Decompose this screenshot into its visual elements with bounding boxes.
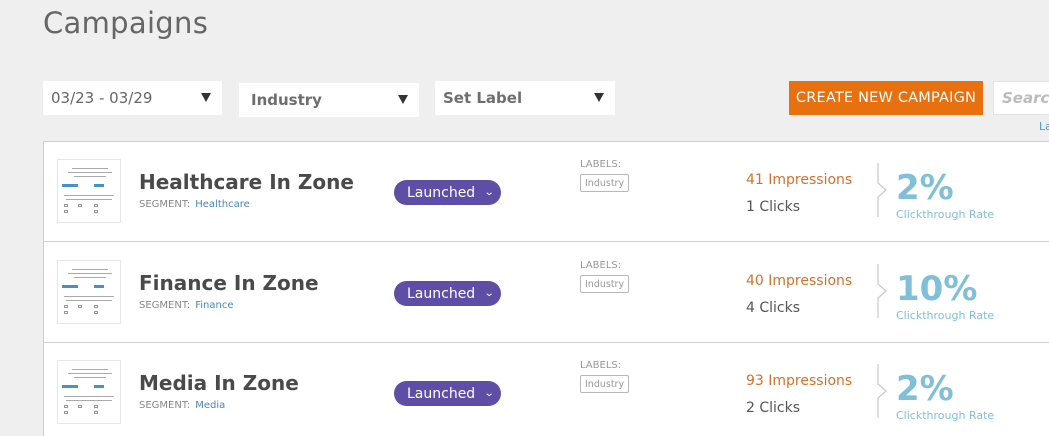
- create-new-campaign-button[interactable]: CREATE NEW CAMPAIGN: [789, 81, 983, 115]
- campaign-thumbnail: [57, 360, 121, 424]
- clickthrough-rate: 10%: [896, 269, 978, 309]
- labels-title: LABELS:: [580, 360, 622, 371]
- status-dropdown[interactable]: Launched ⌄: [394, 281, 501, 306]
- status-label: Launched: [407, 184, 476, 201]
- status-label: Launched: [407, 385, 476, 402]
- set-label-select[interactable]: Set Label: [435, 81, 615, 115]
- campaign-name[interactable]: Finance In Zone: [139, 271, 319, 295]
- chevron-divider-icon: [877, 163, 887, 217]
- chevron-down-icon: ⌄: [483, 288, 495, 299]
- segment-link[interactable]: Media: [195, 400, 225, 411]
- campaign-list: Healthcare In Zone SEGMENT: Healthcare La…: [43, 141, 1049, 436]
- segment-link[interactable]: Finance: [195, 300, 233, 311]
- label-tag[interactable]: Industry: [580, 275, 630, 293]
- campaign-thumbnail: [57, 260, 121, 324]
- label-tag[interactable]: Industry: [580, 375, 630, 393]
- segment: SEGMENT: Healthcare: [139, 199, 250, 210]
- chevron-down-icon: ⌄: [483, 187, 495, 198]
- label-tag[interactable]: Industry: [580, 174, 630, 192]
- labels-title: LABELS:: [580, 260, 622, 271]
- clickthrough-rate-label: Clickthrough Rate: [896, 208, 995, 221]
- impressions-count: 40 Impressions: [746, 273, 853, 289]
- chevron-down-icon: ⌄: [483, 388, 495, 399]
- campaign-row[interactable]: Finance In Zone SEGMENT: Finance Launched…: [44, 243, 1049, 343]
- clicks-count: 4 Clicks: [746, 300, 801, 316]
- segment-label: SEGMENT:: [139, 400, 191, 411]
- impressions-count: 93 Impressions: [746, 373, 853, 389]
- labels-title: LABELS:: [580, 159, 622, 170]
- clickthrough-rate: 2%: [896, 168, 954, 208]
- search-input[interactable]: Search: [993, 81, 1049, 115]
- caret-down-icon: [201, 93, 211, 102]
- chevron-divider-icon: [877, 264, 887, 318]
- campaign-row[interactable]: Media In Zone SEGMENT: Media Launched ⌄ L…: [44, 343, 1049, 436]
- status-dropdown[interactable]: Launched ⌄: [394, 180, 501, 205]
- clicks-count: 2 Clicks: [746, 400, 801, 416]
- campaign-name[interactable]: Healthcare In Zone: [139, 170, 354, 194]
- segment: SEGMENT: Media: [139, 400, 225, 411]
- industry-value: Industry: [251, 91, 322, 109]
- clickthrough-rate-label: Clickthrough Rate: [896, 409, 995, 422]
- segment: SEGMENT: Finance: [139, 300, 234, 311]
- campaign-row[interactable]: Healthcare In Zone SEGMENT: Healthcare La…: [44, 142, 1049, 242]
- page-title: Campaigns: [43, 6, 209, 40]
- status-dropdown[interactable]: Launched ⌄: [394, 381, 501, 406]
- status-label: Launched: [407, 285, 476, 302]
- segment-label: SEGMENT:: [139, 199, 191, 210]
- campaign-thumbnail: [57, 159, 121, 223]
- clickthrough-rate: 2%: [896, 369, 954, 409]
- search-link[interactable]: La: [1039, 120, 1049, 133]
- impressions-count: 41 Impressions: [746, 172, 853, 188]
- segment-link[interactable]: Healthcare: [195, 199, 250, 210]
- clickthrough-rate-label: Clickthrough Rate: [896, 309, 995, 322]
- segment-label: SEGMENT:: [139, 300, 191, 311]
- caret-down-icon: [398, 95, 408, 104]
- campaign-name[interactable]: Media In Zone: [139, 371, 299, 395]
- chevron-divider-icon: [877, 364, 887, 418]
- caret-down-icon: [594, 93, 604, 102]
- date-range-value: 03/23 - 03/29: [51, 89, 153, 107]
- clicks-count: 1 Clicks: [746, 199, 801, 215]
- industry-select[interactable]: Industry: [239, 83, 419, 117]
- set-label-value: Set Label: [443, 89, 523, 107]
- date-range-select[interactable]: 03/23 - 03/29: [43, 81, 222, 115]
